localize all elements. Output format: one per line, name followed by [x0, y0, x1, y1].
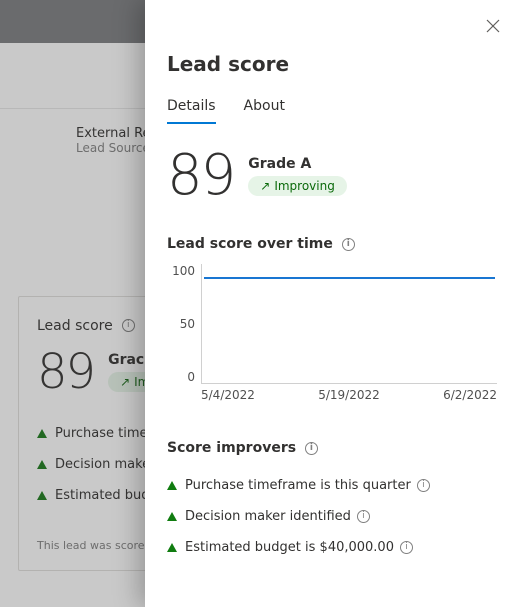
panel-score-grade: Grade A	[248, 156, 347, 172]
panel-trend-pill: ↗ Improving	[248, 176, 347, 196]
x-tick: 6/2/2022	[443, 388, 497, 402]
lead-score-chart: 100 50 0 5/4/2022 5/19/2022 6/2/2022	[167, 264, 497, 404]
close-button[interactable]	[483, 16, 503, 36]
tabs: Details About	[167, 98, 497, 125]
triangle-up-icon	[167, 543, 177, 552]
score-row: 89 Grade A ↗ Improving	[167, 143, 497, 208]
triangle-up-icon	[37, 429, 47, 438]
chart-plot-area	[201, 264, 497, 384]
list-item: Purchase timeframe is this quarteri	[167, 470, 497, 501]
card-title: Lead score	[37, 318, 113, 334]
chart-series-line	[204, 277, 495, 279]
tab-details[interactable]: Details	[167, 98, 216, 124]
info-icon[interactable]: i	[122, 319, 135, 332]
chart-x-axis: 5/4/2022 5/19/2022 6/2/2022	[201, 388, 497, 402]
trend-up-icon: ↗	[260, 179, 270, 193]
y-tick: 0	[187, 370, 195, 384]
info-icon[interactable]: i	[357, 510, 370, 523]
panel-title: Lead score	[167, 52, 497, 76]
score-value: 89	[37, 344, 94, 400]
panel-score-value: 89	[167, 143, 234, 208]
triangle-up-icon	[167, 481, 177, 490]
triangle-up-icon	[37, 491, 47, 500]
x-tick: 5/4/2022	[201, 388, 255, 402]
lead-source-field: External Re Lead Source	[76, 126, 151, 155]
y-tick: 100	[172, 264, 195, 278]
x-tick: 5/19/2022	[318, 388, 380, 402]
info-icon[interactable]: i	[417, 479, 430, 492]
list-item: Decision maker identifiedi	[167, 501, 497, 532]
triangle-up-icon	[37, 460, 47, 469]
list-item: Estimated budget is $40,000.00i	[167, 532, 497, 563]
info-icon[interactable]: i	[305, 442, 318, 455]
chart-title: Lead score over time	[167, 236, 333, 252]
lead-score-flyout: Lead score Details About 89 Grade A ↗ Im…	[145, 0, 519, 607]
tab-about[interactable]: About	[244, 98, 285, 124]
triangle-up-icon	[167, 512, 177, 521]
panel-improvers-list: Purchase timeframe is this quarteri Deci…	[167, 470, 497, 563]
trend-up-icon: ↗	[120, 375, 130, 389]
y-tick: 50	[180, 317, 195, 331]
panel-trend-label: Improving	[274, 179, 335, 193]
chart-y-axis: 100 50 0	[167, 264, 195, 384]
info-icon[interactable]: i	[342, 238, 355, 251]
lead-source-label: Lead Source	[76, 141, 151, 155]
lead-source-value: External Re	[76, 126, 151, 141]
close-icon	[486, 19, 500, 33]
improvers-title: Score improvers	[167, 440, 296, 456]
info-icon[interactable]: i	[400, 541, 413, 554]
